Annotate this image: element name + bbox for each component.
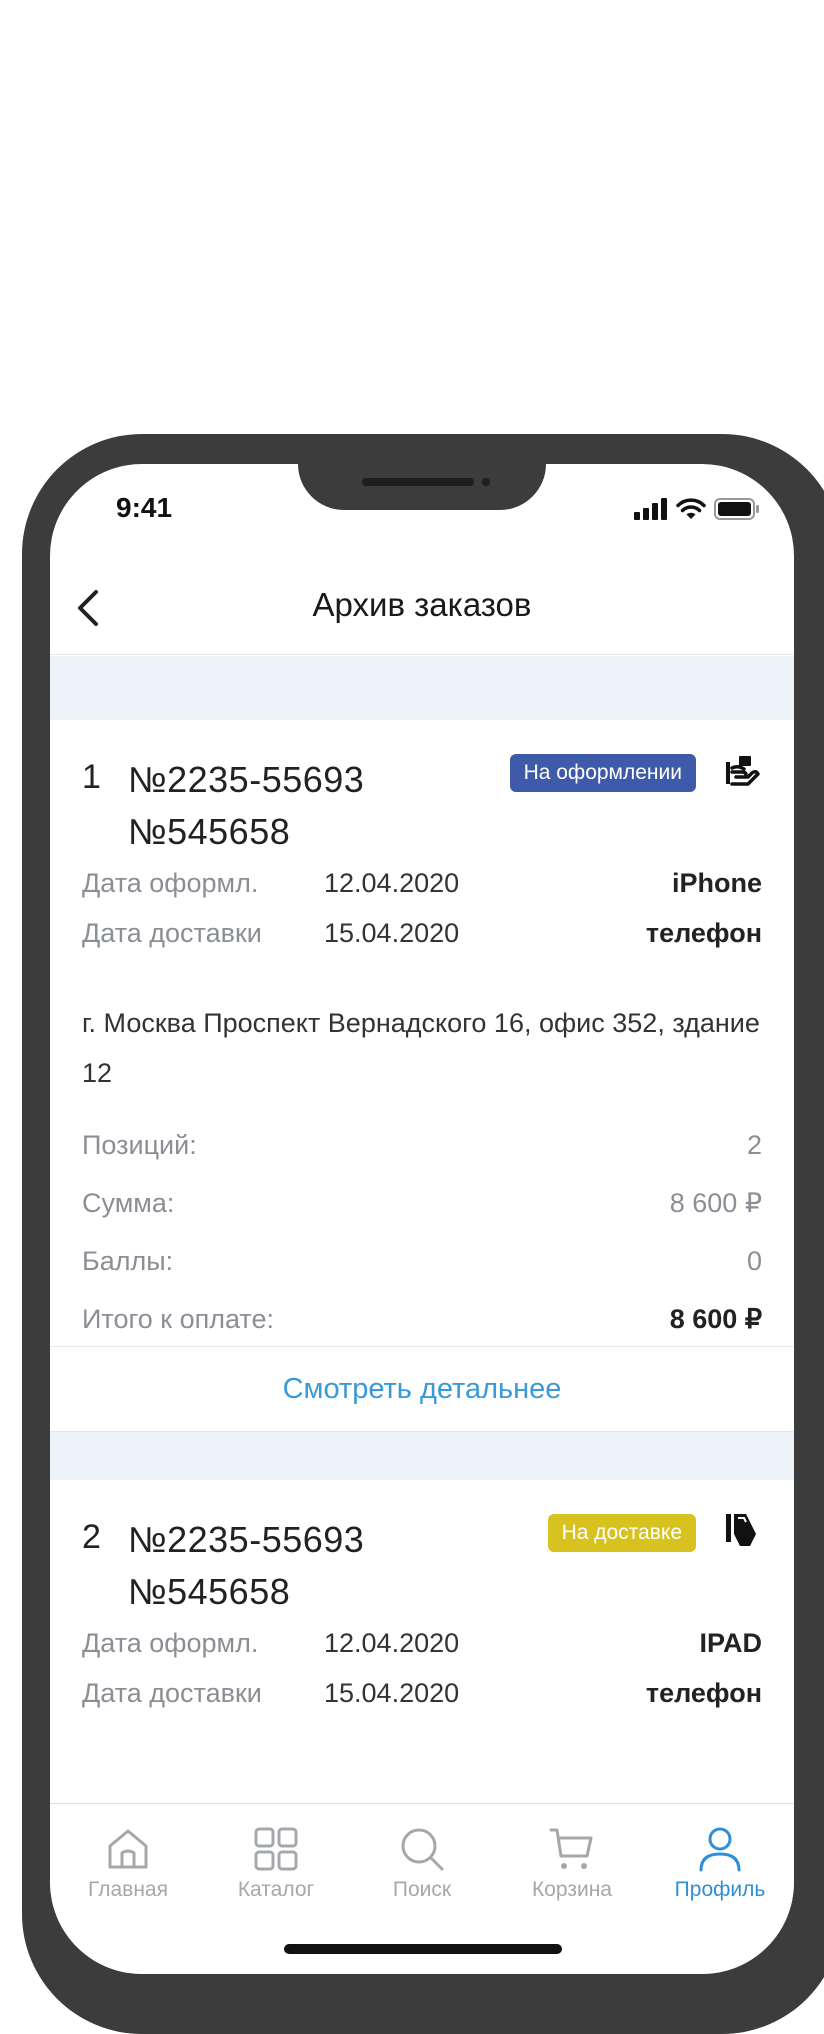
order-number-secondary: №545658 [128,811,291,852]
points-value: 0 [746,1246,762,1276]
page-title: Архив заказов [312,586,532,623]
total-value: 8 600 ₽ [669,1304,762,1334]
tab-label: Каталог [237,1878,315,1901]
delivery-date-row: Дата доставки 15.04.2020 телефон [82,918,762,958]
delivery-date-label: Дата доставки [82,1678,262,1708]
order-card: 2 №2235-55693 №545658 На доставке Дата о… [50,1480,794,1748]
wifi-icon [676,498,706,519]
phone-frame: 9:41 Архив заказов 1 №2235-55693 №545658… [22,434,824,2034]
signal-icon [634,498,667,520]
order-header: 1 №2235-55693 №545658 На оформлении [50,720,794,868]
order-index: 1 [82,758,101,796]
tab-cart[interactable]: Корзина [502,1826,642,1902]
tab-label: Главная [88,1878,168,1901]
delivery-date-value: 15.04.2020 [324,918,460,948]
total-label: Итого к оплате: [82,1304,274,1334]
hand-box-icon [726,756,760,786]
grid-icon [254,1827,298,1871]
camera [482,478,490,486]
total-row: Итого к оплате: 8 600 ₽ [82,1304,762,1344]
order-dates: Дата оформл. 12.04.2020 iPhone Дата дост… [50,868,794,988]
product-name: iPhone [671,868,762,898]
order-numbers: №2235-55693 №545658 [128,1514,364,1618]
order-date-row: Дата оформл. 12.04.2020 IPAD [82,1628,762,1668]
order-numbers: №2235-55693 №545658 [128,754,364,858]
order-date-label: Дата оформл. [82,1628,259,1658]
battery-icon [714,498,759,520]
sum-value: 8 600 ₽ [669,1188,762,1218]
profile-icon [699,1827,741,1872]
delivery-date-value: 15.04.2020 [324,1678,460,1708]
positions-value: 2 [746,1130,762,1160]
speaker [362,478,474,486]
status-badge: На доставке [547,1514,696,1552]
order-totals: Позиций: 2 Сумма: 8 600 ₽ Баллы: 0 Итого… [50,1116,794,1346]
delivery-date-row: Дата доставки 15.04.2020 телефон [82,1678,762,1718]
notch [298,464,546,510]
order-dates: Дата оформл. 12.04.2020 IPAD Дата достав… [50,1628,794,1748]
sum-label: Сумма: [82,1188,175,1218]
order-date-value: 12.04.2020 [324,1628,460,1658]
home-icon [108,1829,148,1869]
tab-label: Поиск [392,1878,452,1901]
sum-row: Сумма: 8 600 ₽ [82,1188,762,1228]
tab-label: Корзина [532,1878,612,1901]
phone-screen: 9:41 Архив заказов 1 №2235-55693 №545658… [50,464,794,1974]
product-type: телефон [645,918,762,948]
status-icons [634,498,760,520]
status-badge: На оформлении [509,754,696,792]
order-number: №2235-55693 [128,759,365,800]
status-time: 9:41 [116,492,173,523]
points-row: Баллы: 0 [82,1246,762,1286]
product-name: IPAD [699,1628,762,1658]
positions-row: Позиций: 2 [82,1130,762,1170]
tab-search[interactable]: Поиск [352,1826,492,1902]
tab-profile[interactable]: Профиль [650,1826,790,1902]
tab-catalog[interactable]: Каталог [206,1826,346,1902]
search-icon [401,1828,444,1871]
tab-home[interactable]: Главная [58,1826,198,1902]
order-date-row: Дата оформл. 12.04.2020 iPhone [82,868,762,908]
order-address: г. Москва Проспект Вернадского 16, офис … [82,1008,760,1088]
order-index: 2 [82,1518,101,1556]
tab-label: Профиль [674,1878,766,1901]
order-card: 1 №2235-55693 №545658 На оформлении Дата… [50,720,794,1431]
delivery-card-icon [726,1514,756,1546]
home-indicator[interactable] [284,1944,562,1954]
details-link[interactable]: Смотреть детальнее [50,1346,794,1431]
order-number-secondary: №545658 [128,1571,291,1612]
delivery-date-label: Дата доставки [82,918,262,948]
section-spacer [50,1431,794,1480]
orders-list[interactable]: 1 №2235-55693 №545658 На оформлении Дата… [50,656,794,1748]
section-spacer [50,656,794,720]
product-type: телефон [645,1678,762,1708]
positions-label: Позиций: [82,1130,197,1160]
points-label: Баллы: [82,1246,174,1276]
order-number: №2235-55693 [128,1519,365,1560]
order-header: 2 №2235-55693 №545658 На доставке [50,1480,794,1628]
cart-icon [549,1828,593,1869]
header: Архив заказов [50,554,794,655]
order-date-label: Дата оформл. [82,868,259,898]
order-date-value: 12.04.2020 [324,868,460,898]
